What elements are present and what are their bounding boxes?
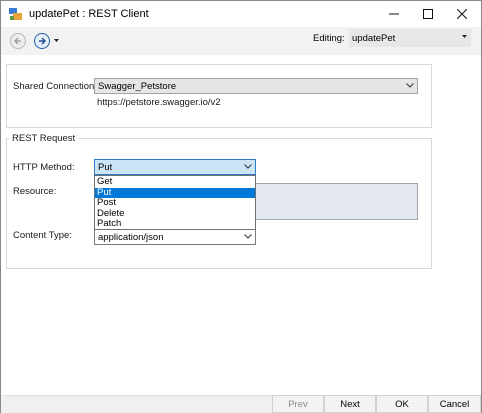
toolbar: Editing: updatePet [1,27,481,55]
shared-connection-label: Shared Connection: [13,81,97,92]
dropdown-option-patch[interactable]: Patch [95,218,255,230]
http-method-value: Put [98,162,113,173]
editing-value: updatePet [352,33,396,44]
http-method-dropdown-list: Get Put Post Delete Patch [94,175,256,230]
forward-arrow-icon [39,37,46,45]
http-method-label: HTTP Method: [13,162,75,173]
prev-button[interactable]: Prev [272,395,324,413]
dropdown-option-put[interactable]: Put [95,187,255,198]
next-button[interactable]: Next [324,395,376,413]
http-method-select[interactable]: Put [94,159,256,175]
chevron-down-icon [406,83,414,88]
connection-group [6,64,432,128]
content-type-value: application/json [98,232,164,243]
content-type-label: Content Type: [13,230,72,241]
chevron-down-icon [244,164,252,169]
rest-client-app-icon [9,7,23,21]
shared-connection-value: Swagger_Petstore [98,81,177,92]
shared-connection-select[interactable]: Swagger_Petstore [94,78,418,94]
dropdown-option-get[interactable]: Get [95,176,255,188]
minimize-button[interactable] [377,1,411,27]
cancel-button[interactable]: Cancel [428,395,481,413]
connection-url: https://petstore.swagger.io/v2 [97,97,221,108]
back-arrow-icon [14,37,21,45]
content-type-select[interactable]: application/json [94,229,256,245]
title-bar: updatePet : REST Client [1,1,481,27]
chevron-down-icon [244,234,252,239]
close-button[interactable] [445,1,479,27]
dropdown-option-post[interactable]: Post [95,197,255,209]
ok-button[interactable]: OK [376,395,428,413]
forward-button[interactable] [34,33,50,49]
rest-request-title: REST Request [9,133,79,144]
window-title: updatePet : REST Client [29,8,149,20]
maximize-button[interactable] [411,1,445,27]
back-button[interactable] [10,33,26,49]
resource-label: Resource: [13,186,57,197]
forward-history-dropdown-icon[interactable] [54,39,59,43]
editing-label: Editing: [313,33,345,44]
rest-client-window: updatePet : REST Client Editing: updateP… [0,0,482,413]
chevron-down-icon [462,35,467,38]
